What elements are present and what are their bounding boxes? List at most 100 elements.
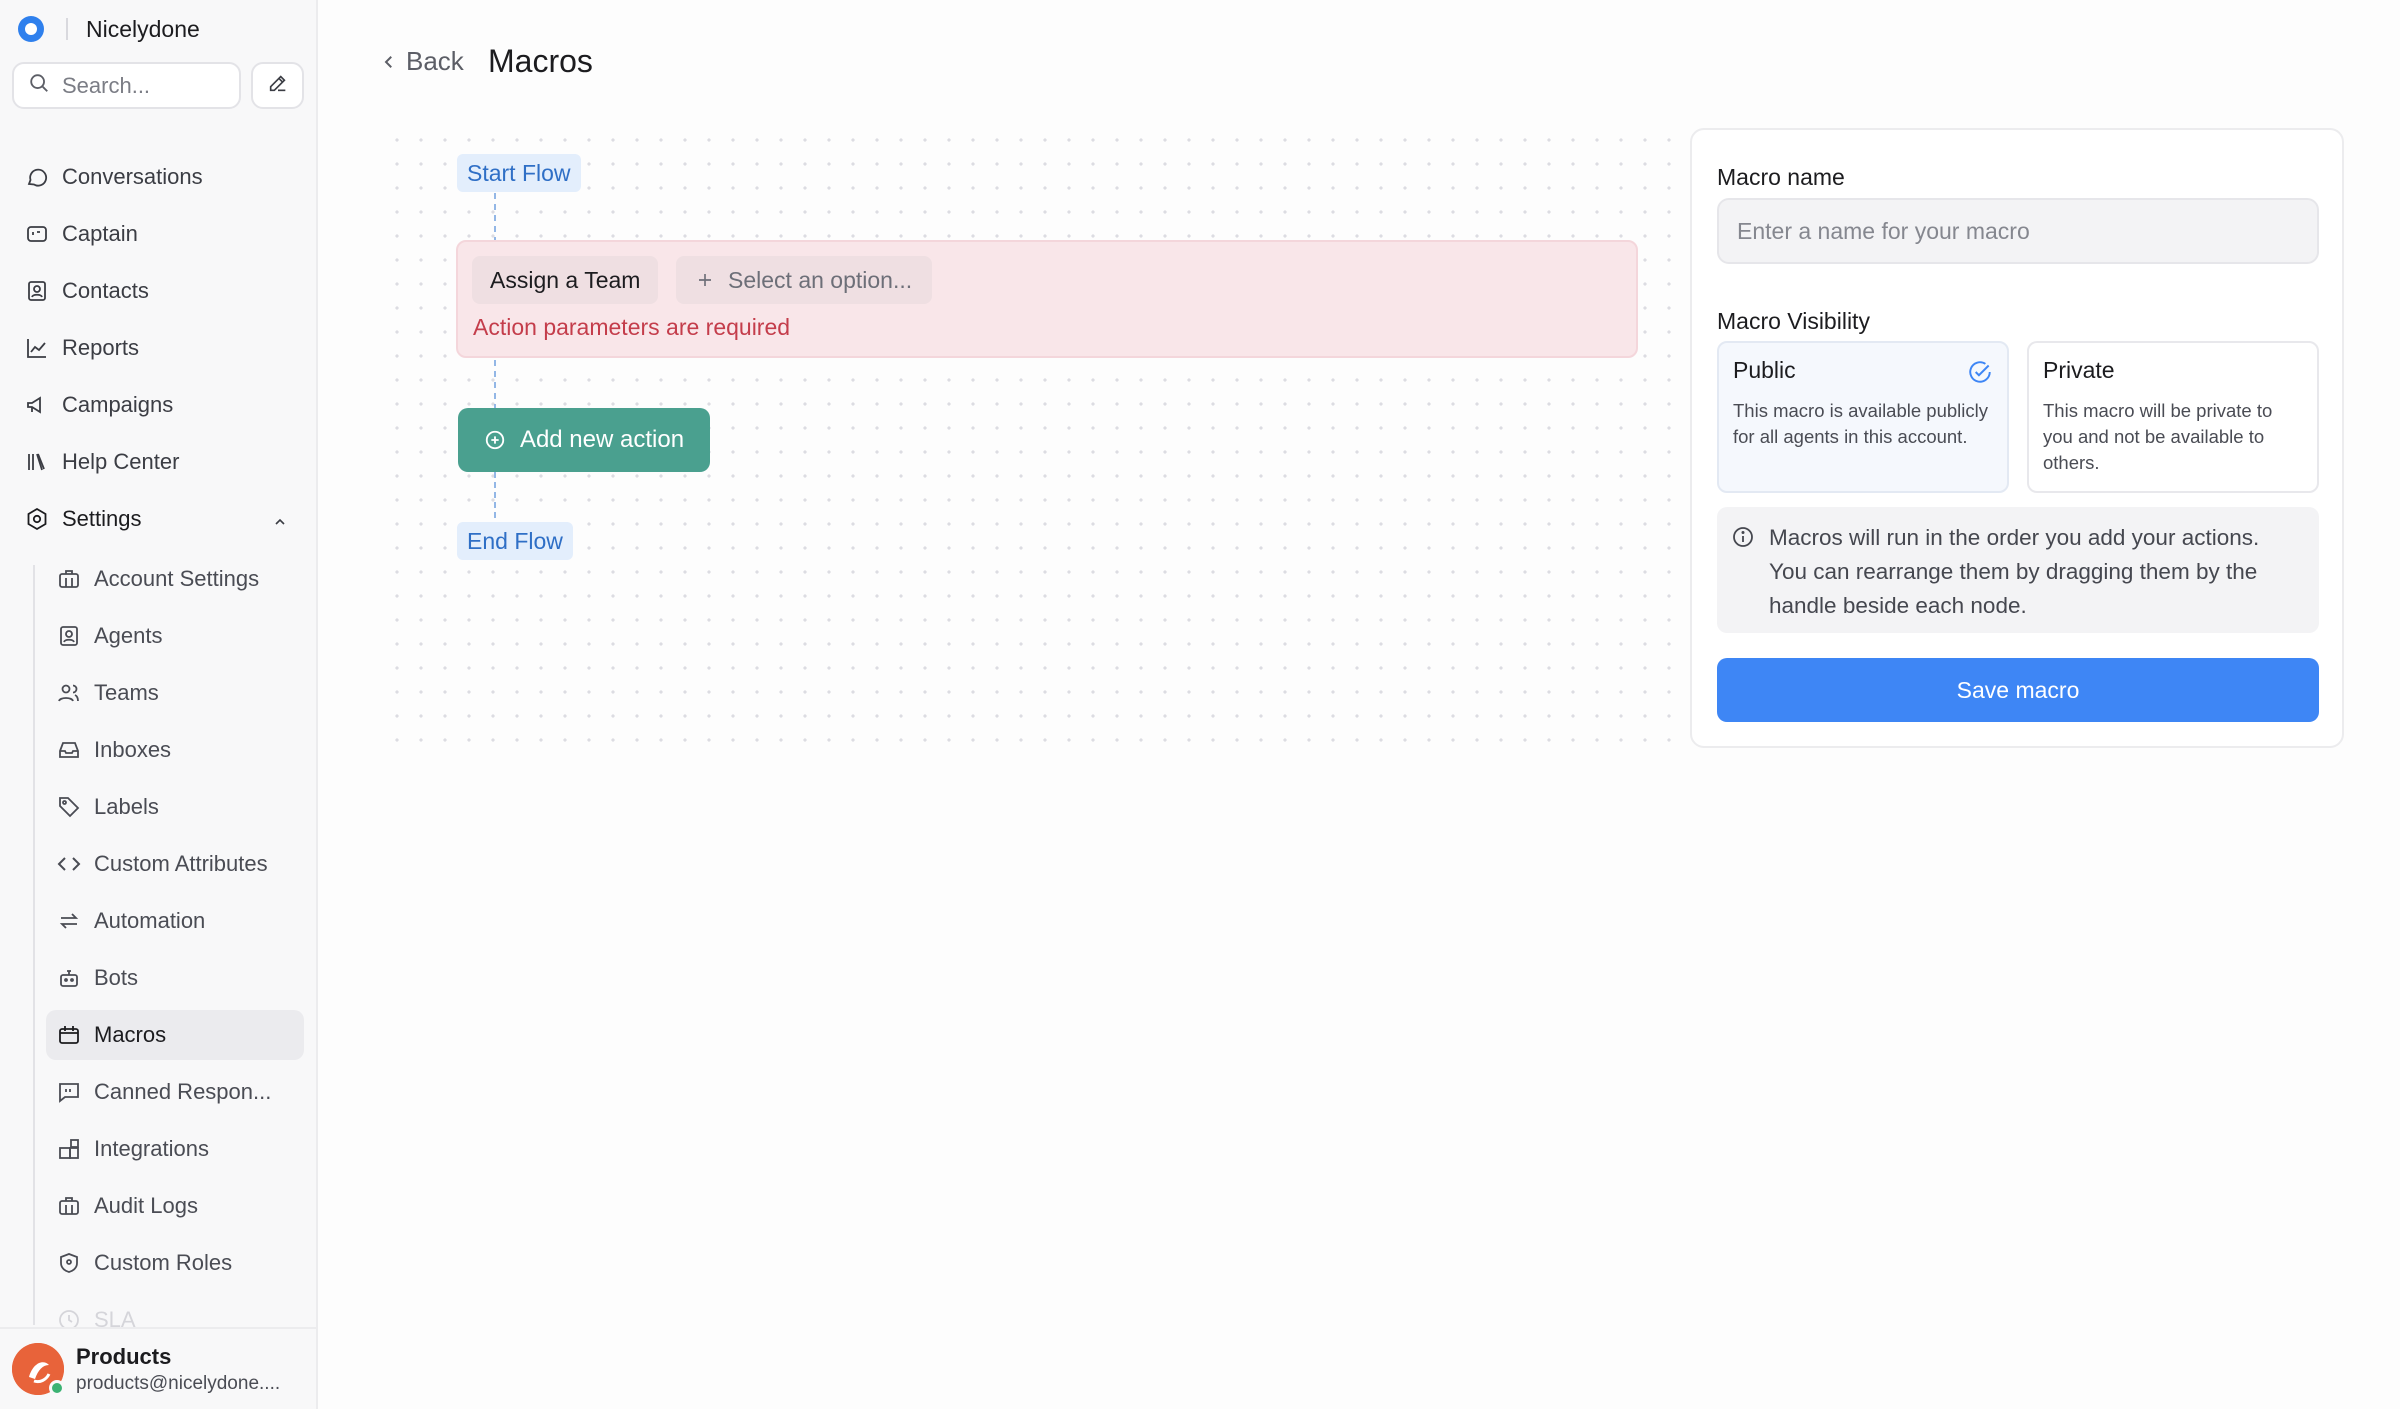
- visibility-option-public[interactable]: Public This macro is available publicly …: [1717, 341, 2009, 493]
- sidebar-item-label: Reports: [62, 335, 140, 360]
- sidebar-item-label: Bots: [94, 965, 139, 990]
- visibility-option-private[interactable]: Private This macro will be private to yo…: [2027, 341, 2319, 493]
- users-icon: [56, 680, 82, 706]
- sidebar-item-custom-attributes[interactable]: Custom Attributes: [46, 839, 304, 889]
- sidebar-item-label: Agents: [94, 623, 163, 648]
- end-flow-tag: End Flow: [457, 522, 573, 560]
- sidebar-item-label: Contacts: [62, 278, 149, 303]
- sidebar-item-label: Campaigns: [62, 392, 174, 417]
- avatar: [12, 1343, 65, 1396]
- chevron-left-icon: [384, 55, 392, 68]
- code-icon: [56, 851, 82, 877]
- sidebar-item-label: Account Settings: [94, 566, 260, 591]
- profile-email: products@nicelydone....: [76, 1372, 281, 1394]
- macro-name-input[interactable]: [1717, 198, 2319, 264]
- megaphone-icon: [24, 392, 50, 418]
- action-value-select[interactable]: Select an option...: [676, 256, 933, 304]
- select-placeholder: Select an option...: [728, 266, 913, 293]
- sidebar-item-reports[interactable]: Reports: [12, 323, 304, 373]
- visibility-option-title: Public: [1733, 357, 1796, 383]
- sidebar-item-canned-responses[interactable]: Canned Respon...: [46, 1067, 304, 1117]
- sidebar-item-account-settings[interactable]: Account Settings: [46, 554, 304, 604]
- sidebar-item-label: Automation: [94, 908, 206, 933]
- sidebar-item-agents[interactable]: Agents: [46, 611, 304, 661]
- action-node[interactable]: Assign a Team Select an option... Action…: [456, 240, 1638, 358]
- search-icon: [28, 72, 50, 99]
- sidebar-item-settings[interactable]: Settings: [12, 494, 304, 544]
- flow-connector: [494, 472, 496, 528]
- sidebar-item-label: Conversations: [62, 164, 203, 189]
- save-macro-button[interactable]: Save macro: [1717, 658, 2319, 722]
- briefcase-icon: [56, 566, 82, 592]
- flow-connector: [494, 193, 496, 243]
- action-error-message: Action parameters are required: [473, 314, 791, 340]
- online-status-dot: [49, 1380, 65, 1396]
- add-new-action-button[interactable]: Add new action: [458, 408, 710, 472]
- macro-order-info: Macros will run in the order you add you…: [1717, 507, 2319, 633]
- back-label: Back: [406, 46, 464, 76]
- sidebar-item-bots[interactable]: Bots: [46, 953, 304, 1003]
- gear-icon: [24, 506, 50, 532]
- submenu-rail: [33, 565, 35, 1325]
- sidebar-item-teams[interactable]: Teams: [46, 668, 304, 718]
- flow-connector: [494, 360, 496, 410]
- tag-icon: [56, 794, 82, 820]
- back-button[interactable]: Back: [380, 46, 464, 77]
- shield-icon: [56, 1250, 82, 1276]
- sidebar-item-label: Inboxes: [94, 737, 172, 762]
- profile-name: Products: [76, 1343, 172, 1369]
- visibility-option-description: This macro will be private to you and no…: [2043, 400, 2273, 473]
- sidebar-item-label: Canned Respon...: [94, 1079, 272, 1104]
- macro-visibility-label: Macro Visibility: [1717, 308, 1870, 334]
- sidebar-item-label: Macros: [94, 1022, 167, 1047]
- inbox-icon: [56, 737, 82, 763]
- compose-button[interactable]: [251, 62, 304, 109]
- sidebar-item-contacts[interactable]: Contacts: [12, 266, 304, 316]
- line-chart-icon: [24, 335, 50, 361]
- sidebar-item-automation[interactable]: Automation: [46, 896, 304, 946]
- add-action-label: Add new action: [519, 426, 685, 453]
- plus-icon: [699, 274, 711, 286]
- workspace-name: Nicelydone: [86, 15, 200, 42]
- sidebar-item-label: Integrations: [94, 1136, 209, 1161]
- check-circle-icon: [1967, 359, 1993, 390]
- sidebar-item-label: Custom Attributes: [94, 851, 268, 876]
- page-title: Macros: [488, 43, 593, 79]
- sidebar-item-help-center[interactable]: Help Center: [12, 437, 304, 487]
- sidebar-item-captain[interactable]: Captain: [12, 209, 304, 259]
- visibility-option-description: This macro is available publicly for all…: [1733, 400, 1988, 447]
- macro-icon: [56, 1022, 82, 1048]
- sidebar-item-custom-roles[interactable]: Custom Roles: [46, 1238, 304, 1288]
- chat-bubble-icon: [24, 164, 50, 190]
- plus-circle-icon: [485, 430, 505, 450]
- sidebar-item-macros[interactable]: Macros: [46, 1010, 304, 1060]
- quote-message-icon: [56, 1079, 82, 1105]
- sidebar-item-label: Custom Roles: [94, 1250, 233, 1275]
- blocks-icon: [56, 1136, 82, 1162]
- sidebar-item-label: Settings: [62, 506, 142, 531]
- chevron-up-icon: [272, 510, 288, 536]
- sidebar-item-integrations[interactable]: Integrations: [46, 1124, 304, 1174]
- brand-divider: [66, 18, 68, 40]
- agent-badge-icon: [56, 623, 82, 649]
- workspace-logo-icon: [18, 16, 44, 42]
- sidebar-item-label: Help Center: [62, 449, 180, 474]
- workspace-switcher[interactable]: Nicelydone: [18, 14, 200, 44]
- macro-settings-panel: Macro name Macro Visibility Public This …: [1690, 128, 2344, 748]
- sidebar-item-campaigns[interactable]: Campaigns: [12, 380, 304, 430]
- sidebar-item-label: Audit Logs: [94, 1193, 198, 1218]
- sidebar-item-label: Teams: [94, 680, 159, 705]
- sidebar-item-conversations[interactable]: Conversations: [12, 152, 304, 202]
- action-type-select[interactable]: Assign a Team: [472, 256, 659, 304]
- bot-icon: [56, 965, 82, 991]
- pencil-icon: [267, 72, 289, 99]
- sidebar: Nicelydone Search... Conversations Capta…: [0, 0, 318, 1409]
- sidebar-item-inboxes[interactable]: Inboxes: [46, 725, 304, 775]
- sidebar-item-audit-logs[interactable]: Audit Logs: [46, 1181, 304, 1231]
- profile-menu[interactable]: Products products@nicelydone....: [0, 1327, 316, 1409]
- macro-name-label: Macro name: [1717, 164, 1845, 190]
- search-box[interactable]: Search...: [12, 62, 241, 109]
- info-icon: [1731, 525, 1755, 559]
- sidebar-item-labels[interactable]: Labels: [46, 782, 304, 832]
- search-input[interactable]: Search...: [62, 73, 150, 99]
